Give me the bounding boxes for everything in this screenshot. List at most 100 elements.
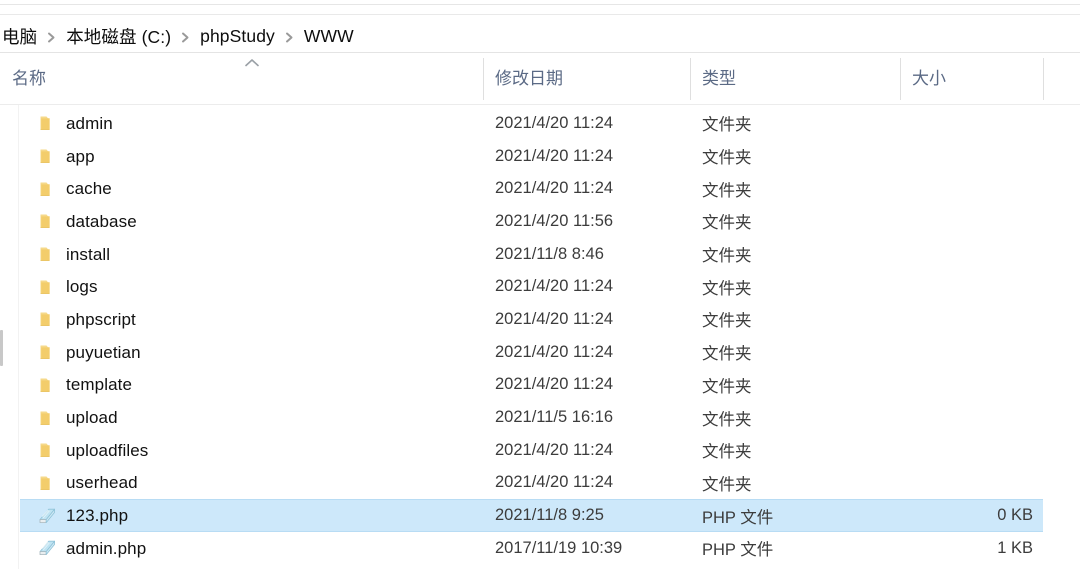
table-row[interactable]: database 2021/4/20 11:56 文件夹 (0, 205, 1080, 238)
cell-name[interactable]: puyuetian (0, 336, 483, 369)
breadcrumb-item-1[interactable]: 电脑 (0, 24, 39, 49)
file-name-label: cache (66, 179, 112, 199)
cell-date-modified: 2021/4/20 11:24 (495, 440, 614, 459)
table-row[interactable]: template 2021/4/20 11:24 文件夹 (0, 369, 1080, 402)
cell-size (900, 238, 1043, 271)
folder-icon (36, 407, 58, 429)
cell-date-modified: 2021/4/20 11:24 (495, 309, 614, 328)
folder-icon (36, 178, 58, 200)
table-row[interactable]: logs 2021/4/20 11:24 文件夹 (0, 270, 1080, 303)
cell-date-modified: 2021/11/8 8:46 (495, 244, 604, 263)
column-header-name[interactable]: 名称 (0, 53, 483, 104)
chevron-right-icon (39, 32, 64, 43)
cell-size (900, 401, 1043, 434)
table-row[interactable]: uploadfiles 2021/4/20 11:24 文件夹 (0, 434, 1080, 467)
table-row[interactable]: puyuetian 2021/4/20 11:24 文件夹 (0, 336, 1080, 369)
window-top-divider (0, 4, 1080, 5)
cell-type: 文件夹 (702, 279, 752, 298)
cell-name[interactable]: userhead (0, 467, 483, 500)
column-header-date-modified-label: 修改日期 (495, 69, 563, 88)
cell-name[interactable]: uploadfiles (0, 434, 483, 467)
cell-date-modified: 2021/4/20 11:24 (495, 342, 614, 361)
cell-name[interactable]: phpscript (0, 303, 483, 336)
cell-date-modified: 2021/11/5 16:16 (495, 408, 614, 427)
table-row[interactable]: app 2021/4/20 11:24 文件夹 (0, 140, 1080, 173)
cell-size (900, 336, 1043, 369)
table-row[interactable]: phpscript 2021/4/20 11:24 文件夹 (0, 303, 1080, 336)
table-row[interactable]: upload 2021/11/5 16:16 文件夹 (0, 401, 1080, 434)
file-name-label: template (66, 375, 133, 395)
breadcrumb-item-3[interactable]: phpStudy (198, 26, 277, 47)
breadcrumb-item-2[interactable]: 本地磁盘 (C:) (64, 24, 173, 49)
cell-name[interactable]: admin (0, 107, 483, 140)
file-name-label: admin.php (66, 538, 147, 558)
toolbar-bottom-divider (0, 14, 1080, 15)
table-row[interactable]: admin.php 2017/11/19 10:39 PHP 文件 1 KB (0, 532, 1080, 565)
cell-date-modified: 2021/4/20 11:24 (495, 179, 614, 198)
folder-icon (36, 308, 58, 330)
cell-name[interactable]: logs (0, 270, 483, 303)
folder-icon (36, 341, 58, 363)
column-header-type-label: 类型 (702, 69, 736, 88)
cell-size (900, 172, 1043, 205)
cell-name[interactable]: 123.php (0, 499, 483, 532)
cell-date-modified: 2021/4/20 11:56 (495, 211, 614, 230)
column-header-name-label: 名称 (12, 69, 46, 88)
cell-name[interactable]: upload (0, 401, 483, 434)
cell-type: PHP 文件 (702, 508, 774, 527)
breadcrumb[interactable]: 电脑 本地磁盘 (C:) phpStudy WWW (0, 20, 356, 52)
column-header-date-modified[interactable]: 修改日期 (483, 53, 690, 104)
cell-name[interactable]: template (0, 369, 483, 402)
folder-icon (36, 243, 58, 265)
file-name-label: admin (66, 113, 113, 133)
column-divider-size-end[interactable] (1043, 58, 1044, 100)
column-header-size-label: 大小 (912, 69, 946, 88)
table-row[interactable]: admin 2021/4/20 11:24 文件夹 (0, 107, 1080, 140)
cell-name[interactable]: install (0, 238, 483, 271)
cell-type: 文件夹 (702, 443, 752, 462)
table-row[interactable]: cache 2021/4/20 11:24 文件夹 (0, 172, 1080, 205)
folder-icon (36, 112, 58, 134)
file-list[interactable]: admin 2021/4/20 11:24 文件夹 app 2021/4/20 11:2… (0, 107, 1080, 565)
file-name-label: puyuetian (66, 342, 141, 362)
cell-name[interactable]: cache (0, 172, 483, 205)
php-file-icon (36, 505, 58, 527)
file-name-label: app (66, 146, 95, 166)
cell-type: 文件夹 (702, 377, 752, 396)
table-row[interactable]: install 2021/11/8 8:46 文件夹 (0, 238, 1080, 271)
cell-name[interactable]: app (0, 140, 483, 173)
file-name-label: install (66, 244, 111, 264)
cell-date-modified: 2021/4/20 11:24 (495, 146, 614, 165)
cell-size (900, 270, 1043, 303)
folder-icon (36, 145, 58, 167)
cell-size (900, 303, 1043, 336)
column-header-type[interactable]: 类型 (690, 53, 900, 104)
breadcrumb-item-4[interactable]: WWW (302, 26, 356, 47)
file-name-label: phpscript (66, 309, 136, 329)
cell-size (900, 434, 1043, 467)
cell-name[interactable]: database (0, 205, 483, 238)
sort-ascending-caret-icon (245, 58, 259, 67)
column-header-bottom-divider (0, 104, 1080, 105)
cell-size (900, 369, 1043, 402)
cell-date-modified: 2021/4/20 11:24 (495, 277, 614, 296)
cell-type: 文件夹 (702, 181, 752, 200)
cell-date-modified: 2017/11/19 10:39 (495, 538, 623, 557)
cell-type: 文件夹 (702, 149, 752, 168)
cell-size (900, 140, 1043, 173)
folder-icon (36, 276, 58, 298)
table-row[interactable]: 123.php 2021/11/8 9:25 PHP 文件 0 KB (0, 499, 1080, 532)
php-file-icon (36, 537, 58, 559)
folder-icon (36, 472, 58, 494)
cell-type: PHP 文件 (702, 541, 774, 560)
table-row[interactable]: userhead 2021/4/20 11:24 文件夹 (0, 467, 1080, 500)
file-name-label: uploadfiles (66, 440, 149, 460)
chevron-right-icon (277, 32, 302, 43)
cell-name[interactable]: admin.php (0, 532, 483, 565)
cell-size: 1 KB (997, 538, 1033, 557)
cell-size: 0 KB (997, 506, 1033, 525)
file-name-label: userhead (66, 473, 138, 493)
cell-type: 文件夹 (702, 312, 752, 331)
column-header-size[interactable]: 大小 (900, 53, 1043, 104)
cell-type: 文件夹 (702, 116, 752, 135)
